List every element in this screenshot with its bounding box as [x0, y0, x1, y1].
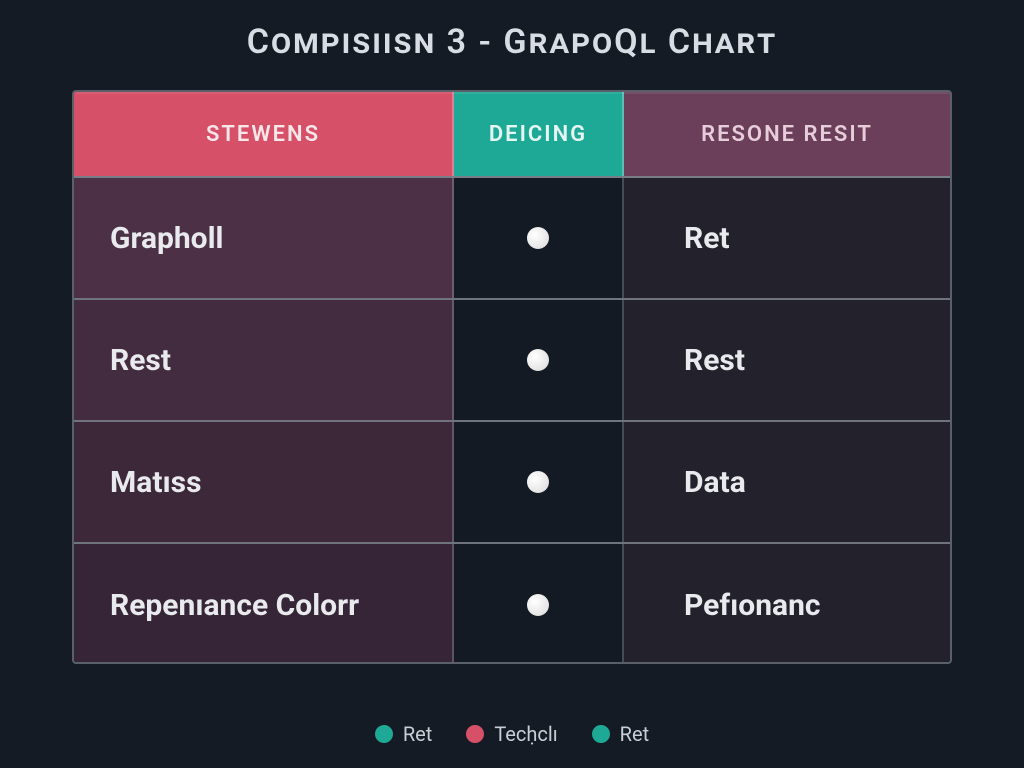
dot-icon — [527, 349, 549, 371]
legend-dot-icon — [592, 725, 610, 743]
row-label: Grapholl — [74, 178, 454, 298]
legend-label: Ret — [620, 722, 649, 746]
table-row: Grapholl Ret — [74, 178, 950, 300]
dot-icon — [527, 227, 549, 249]
row-label: Repenıance Colorr — [74, 544, 454, 664]
row-mid — [454, 178, 624, 298]
legend-dot-icon — [466, 725, 484, 743]
dot-icon — [527, 471, 549, 493]
chart-title: Compısıısn 3 - GrapoQl Chart — [0, 0, 1024, 62]
col-header-2: Deıcing — [454, 92, 624, 176]
row-mid — [454, 422, 624, 542]
legend: Ret Tecḥclı Ret — [0, 722, 1024, 746]
table-row: Repenıance Colorr Pefıonanc — [74, 544, 950, 664]
table-header-row: Stewens Deıcing Resone resıt — [74, 92, 950, 178]
legend-label: Tecḥclı — [494, 722, 557, 746]
row-label: Matıss — [74, 422, 454, 542]
table-row: Matıss Data — [74, 422, 950, 544]
legend-item: Ret — [592, 722, 649, 746]
row-right: Rest — [624, 300, 950, 420]
col-header-3: Resone resıt — [624, 92, 950, 176]
legend-dot-icon — [375, 725, 393, 743]
legend-label: Ret — [403, 722, 432, 746]
dot-icon — [527, 594, 549, 616]
comparison-table: Stewens Deıcing Resone resıt Grapholl Re… — [72, 90, 952, 664]
table-row: Rest Rest — [74, 300, 950, 422]
col-header-1: Stewens — [74, 92, 454, 176]
row-label: Rest — [74, 300, 454, 420]
legend-item: Ret — [375, 722, 432, 746]
row-right: Data — [624, 422, 950, 542]
legend-item: Tecḥclı — [466, 722, 557, 746]
row-right: Ret — [624, 178, 950, 298]
row-mid — [454, 300, 624, 420]
row-mid — [454, 544, 624, 664]
row-right: Pefıonanc — [624, 544, 950, 664]
